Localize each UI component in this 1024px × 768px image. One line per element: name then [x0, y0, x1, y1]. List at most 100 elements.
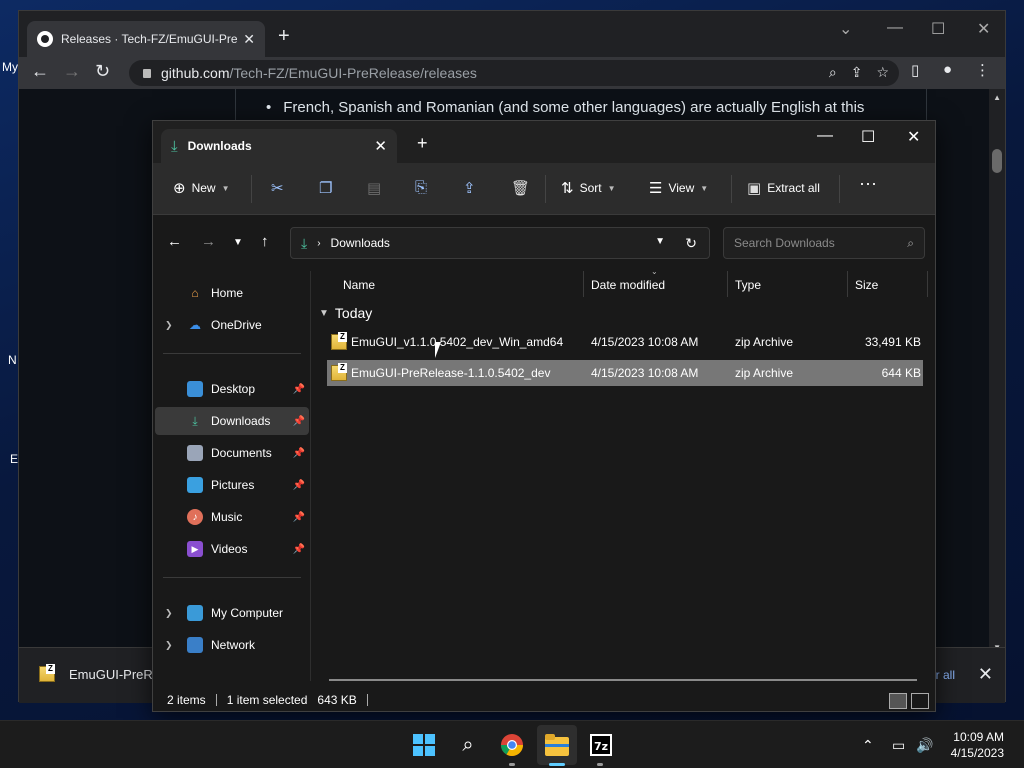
share-icon[interactable]: ⇪ — [851, 64, 863, 81]
nav-item-documents[interactable]: Documents 📌 — [155, 439, 309, 467]
documents-icon — [187, 445, 203, 461]
pin-icon[interactable]: 📌 — [293, 416, 305, 427]
tiles-view-icon[interactable] — [911, 693, 929, 709]
close-window-icon[interactable]: ✕ — [907, 127, 920, 147]
network-status-icon[interactable]: ▭ — [892, 737, 905, 754]
collapse-chevron-icon[interactable]: ▼ — [319, 308, 329, 319]
nav-item-network[interactable]: ❯ Network — [155, 631, 309, 659]
expand-chevron-icon[interactable]: ❯ — [165, 640, 173, 651]
explorer-tab[interactable]: ⤓ Downloads ✕ — [161, 129, 397, 163]
forward-icon[interactable]: → — [201, 233, 216, 250]
desktop-icon-label[interactable]: My — [2, 60, 18, 74]
nav-item-onedrive[interactable]: ❯ ☁ OneDrive — [155, 311, 309, 339]
file-explorer-icon[interactable] — [545, 733, 569, 757]
maximize-icon[interactable]: ☐ — [861, 127, 875, 147]
nav-item-my-computer[interactable]: ❯ My Computer — [155, 599, 309, 627]
extract-all-button[interactable]: ▣ Extract all — [747, 179, 820, 197]
maximize-icon[interactable]: ☐ — [931, 19, 945, 39]
desktop-icon-label[interactable]: E — [10, 452, 18, 466]
pin-icon[interactable]: 📌 — [293, 480, 305, 491]
breadcrumb-downloads[interactable]: Downloads — [331, 236, 390, 250]
nav-item-videos[interactable]: ▶ Videos 📌 — [155, 535, 309, 563]
zoom-icon[interactable]: ⌕ — [829, 64, 837, 81]
file-row[interactable]: EmuGUI_v1.1.0.5402_dev_Win_amd64 4/15/20… — [327, 329, 923, 355]
column-divider[interactable] — [583, 271, 584, 297]
show-hidden-icons-icon[interactable]: ⌃ — [862, 737, 874, 754]
minimize-icon[interactable]: — — [887, 19, 903, 37]
nav-item-home[interactable]: ⌂ Home — [155, 279, 309, 307]
column-divider[interactable] — [727, 271, 728, 297]
new-button[interactable]: ⊕ New ▼ — [173, 179, 230, 197]
delete-icon[interactable]: 🗑 — [511, 179, 530, 197]
minimize-icon[interactable]: — — [817, 127, 833, 145]
close-window-icon[interactable]: ✕ — [977, 19, 990, 39]
back-icon[interactable]: ← — [31, 61, 49, 82]
more-options-icon[interactable]: ··· — [859, 173, 877, 194]
breadcrumb-chevron-icon[interactable]: › — [317, 238, 320, 249]
start-icon[interactable] — [412, 733, 436, 757]
refresh-icon[interactable]: ↻ — [685, 235, 697, 252]
paste-icon[interactable]: ▤ — [367, 179, 381, 197]
address-bar[interactable]: github.com /Tech-FZ/EmuGUI-PreRelease/re… — [129, 60, 899, 86]
forward-icon[interactable]: → — [63, 61, 81, 82]
search-input[interactable] — [734, 236, 894, 250]
reload-icon[interactable]: ↻ — [95, 61, 110, 82]
pin-icon[interactable]: 📌 — [293, 512, 305, 523]
pin-icon[interactable]: 📌 — [293, 448, 305, 459]
column-header-type[interactable]: Type — [735, 271, 761, 299]
show-all-link[interactable]: r all — [936, 668, 955, 682]
search-box[interactable]: ⌕ — [723, 227, 925, 259]
nav-item-downloads[interactable]: ⤓ Downloads 📌 — [155, 407, 309, 435]
close-tab-icon[interactable]: ✕ — [374, 137, 387, 155]
expand-chevron-icon[interactable]: ❯ — [165, 608, 173, 619]
pin-icon[interactable]: 📌 — [293, 384, 305, 395]
close-shelf-icon[interactable]: ✕ — [978, 664, 993, 685]
pin-icon[interactable]: 📌 — [293, 544, 305, 555]
details-view-icon[interactable] — [889, 693, 907, 709]
nav-item-pictures[interactable]: Pictures 📌 — [155, 471, 309, 499]
address-bar[interactable]: ⤓ › Downloads ▼ ↻ — [290, 227, 710, 259]
rename-icon[interactable]: ⎘ — [415, 179, 427, 196]
chrome-tab[interactable]: Releases · Tech-FZ/EmuGUI-PreR ✕ — [27, 21, 265, 57]
chrome-icon[interactable] — [500, 733, 524, 757]
column-header-name[interactable]: Name — [343, 271, 375, 299]
page-scrollbar[interactable]: ▲ ▼ — [989, 89, 1005, 659]
clock-date: 4/15/2023 — [950, 746, 1004, 760]
file-size: 644 KB — [881, 366, 921, 380]
bookmark-star-icon[interactable]: ☆ — [876, 64, 889, 81]
desktop-icon-label[interactable]: N — [8, 353, 17, 367]
new-tab-icon[interactable]: + — [417, 133, 428, 154]
back-icon[interactable]: ← — [167, 233, 182, 250]
column-divider[interactable] — [927, 271, 928, 297]
share-icon[interactable]: ⇪ — [463, 179, 476, 197]
column-divider[interactable] — [847, 271, 848, 297]
tab-search-icon[interactable]: ⌄ — [839, 19, 852, 39]
column-header-size[interactable]: Size — [855, 271, 878, 299]
nav-item-music[interactable]: ♪ Music 📌 — [155, 503, 309, 531]
profile-icon[interactable]: ● — [943, 61, 952, 78]
close-tab-icon[interactable]: ✕ — [243, 31, 255, 48]
file-row[interactable]: EmuGUI-PreRelease-1.1.0.5402_dev 4/15/20… — [327, 360, 923, 386]
volume-icon[interactable]: 🔊 — [916, 737, 933, 754]
new-tab-icon[interactable]: + — [278, 25, 290, 48]
expand-chevron-icon[interactable]: ❯ — [165, 320, 173, 331]
7zip-icon[interactable]: 7z — [589, 733, 613, 757]
horizontal-scrollbar[interactable] — [329, 679, 917, 681]
search-icon[interactable]: ⌕ — [456, 733, 480, 757]
nav-item-desktop[interactable]: Desktop 📌 — [155, 375, 309, 403]
download-item[interactable]: EmuGUI-PreRe — [39, 664, 160, 682]
group-header[interactable]: ▼ Today — [319, 305, 372, 321]
command-bar: ⊕ New ▼ ✂ ❐ ▤ ⎘ ⇪ 🗑 ⇅ Sort ▼ ☰ View ▼ ▣ … — [153, 163, 935, 215]
recent-locations-icon[interactable]: ▼ — [233, 237, 243, 248]
clock[interactable]: 10:09 AM 4/15/2023 — [951, 729, 1004, 761]
menu-kebab-icon[interactable]: ⋮ — [975, 61, 990, 79]
scroll-thumb[interactable] — [992, 149, 1002, 173]
up-icon[interactable]: ↑ — [261, 233, 269, 250]
sort-button[interactable]: ⇅ Sort ▼ — [561, 179, 616, 197]
chevron-down-icon[interactable]: ▼ — [655, 236, 665, 247]
view-button[interactable]: ☰ View ▼ — [649, 179, 708, 197]
copy-icon[interactable]: ❐ — [319, 179, 332, 197]
cut-icon[interactable]: ✂ — [271, 179, 284, 197]
scroll-up-icon[interactable]: ▲ — [993, 93, 1001, 102]
side-panel-icon[interactable]: ▯ — [911, 61, 919, 79]
